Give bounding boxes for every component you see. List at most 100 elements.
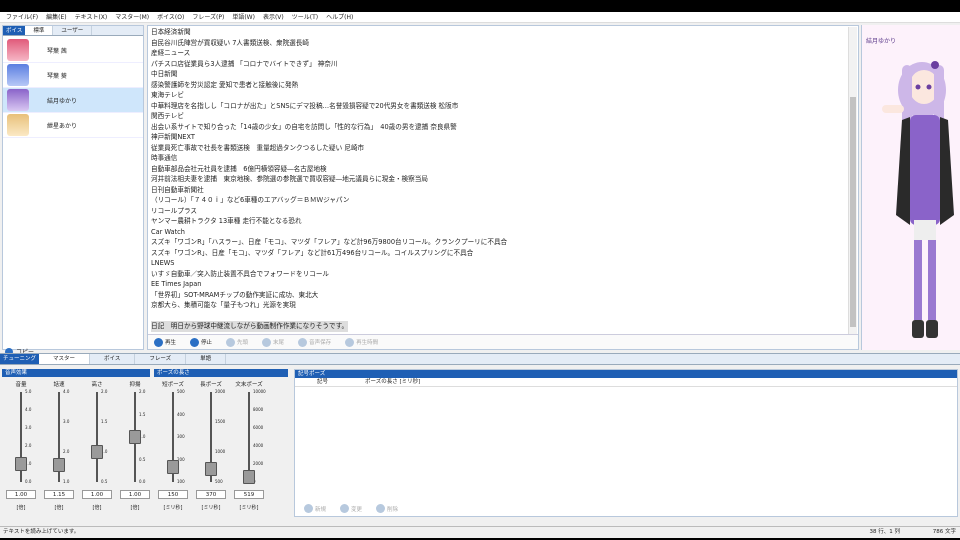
text-editor[interactable]: 日本経済新聞 自民谷川氏陣営が買収疑い 7人書類送検、衆院選長崎 産経ニュース パチス… bbox=[148, 26, 847, 334]
save-audio-button[interactable]: 音声保存 bbox=[298, 337, 331, 347]
tick-label: 5.0 bbox=[25, 389, 32, 394]
delete-button[interactable]: 削除 bbox=[376, 504, 398, 513]
first-button[interactable]: 先頭 bbox=[226, 337, 248, 347]
tick-label: 2000 bbox=[253, 461, 264, 466]
text-line: リコールプラス bbox=[151, 206, 198, 215]
tick-label: 2.0 bbox=[25, 443, 32, 448]
menu-edit[interactable]: 編集(E) bbox=[42, 12, 70, 23]
slider-5: 長ポーズ 2000 1500 1000 500 370 [ミリ秒] bbox=[192, 380, 230, 518]
tab-word[interactable]: 単語 bbox=[186, 354, 227, 364]
tick-label: 2.0 bbox=[139, 389, 146, 394]
stop-button[interactable]: 停止 bbox=[190, 337, 212, 347]
slider-ticks: 1000080006000400020000 bbox=[253, 390, 267, 484]
menu-word[interactable]: 単語(W) bbox=[228, 12, 259, 23]
character-item-akane[interactable]: 琴葉 茜 bbox=[3, 38, 143, 63]
slider-track[interactable] bbox=[248, 392, 250, 482]
slider-label: 短ポーズ bbox=[162, 382, 184, 388]
character-item-akari[interactable]: 紲星あかり bbox=[3, 113, 143, 138]
character-item-yukari[interactable]: 結月ゆかり bbox=[3, 88, 143, 113]
character-item-aoi[interactable]: 琴葉 葵 bbox=[3, 63, 143, 88]
tuning-panel: チューニング マスター ボイス フレーズ 単語 音声効果 ポーズの長さ 音量 5.… bbox=[0, 353, 960, 518]
text-line: EE Times Japan bbox=[151, 280, 202, 288]
tab-user[interactable]: ユーザー bbox=[53, 26, 93, 35]
edit-button[interactable]: 変更 bbox=[340, 504, 362, 513]
col-pause-length[interactable]: ポーズの長さ [ミリ秒] bbox=[355, 378, 420, 386]
tab-standard[interactable]: 標準 bbox=[25, 26, 54, 35]
slider-unit: [ミリ秒] bbox=[163, 505, 183, 511]
slider-knob[interactable] bbox=[91, 445, 103, 459]
col-symbol[interactable]: 記号 bbox=[295, 378, 355, 386]
tick-label: 4.0 bbox=[25, 407, 32, 412]
slider-4: 短ポーズ 500 400 300 200 100 150 [ミリ秒] bbox=[154, 380, 192, 518]
playback-toolbar: 再生 停止 先頭 末尾 音声保存 再生時間 bbox=[148, 334, 858, 349]
slider-knob[interactable] bbox=[53, 458, 65, 473]
text-line: 時事通信 bbox=[151, 154, 178, 162]
text-line: 出会い系サイトで知り合った「14歳の少女」の自宅を訪問し「性的な行為」 40歳の… bbox=[151, 122, 457, 131]
skip-back-icon bbox=[226, 337, 236, 347]
slider-value-input[interactable]: 1.00 bbox=[120, 490, 150, 499]
menu-phrase[interactable]: フレーズ(P) bbox=[188, 12, 228, 23]
menu-master[interactable]: マスター(M) bbox=[111, 12, 153, 23]
playback-time-button[interactable]: 再生時間 bbox=[345, 337, 378, 347]
tick-label: 1.5 bbox=[139, 411, 146, 417]
tab-master[interactable]: マスター bbox=[39, 354, 91, 364]
play-button[interactable]: 再生 bbox=[154, 337, 176, 347]
text-line: ヤンマー農耕トラクタ 13車種 走行不能となる恐れ bbox=[151, 217, 302, 225]
slider-value-input[interactable]: 519 bbox=[234, 490, 264, 499]
new-button[interactable]: 新規 bbox=[304, 504, 326, 513]
menu-help[interactable]: ヘルプ(H) bbox=[322, 12, 357, 23]
scrollbar-thumb[interactable] bbox=[850, 97, 856, 327]
text-line: 河井前法相夫妻を逮捕 東京地検、参院選の参院選で買収容疑―地元議員らに現金・検察… bbox=[151, 175, 428, 183]
tick-label: 300 bbox=[177, 434, 185, 439]
slider-knob[interactable] bbox=[243, 470, 255, 485]
slider-value-input[interactable]: 150 bbox=[158, 490, 188, 499]
tick-label: 0.5 bbox=[101, 479, 108, 484]
slider-label: 高さ bbox=[91, 382, 103, 388]
text-line: いすゞ自動車／突入防止装置不具合でフォワードをリコール bbox=[151, 269, 330, 278]
tick-label: 8000 bbox=[253, 407, 264, 412]
tab-voice[interactable]: ボイス bbox=[90, 354, 136, 364]
text-line: LNEWS bbox=[151, 259, 175, 267]
symbol-pause-header: 記号ポーズ bbox=[295, 370, 957, 378]
menu-voice[interactable]: ボイス(O) bbox=[153, 12, 188, 23]
slider-label: 長ポーズ bbox=[200, 382, 222, 388]
app-window: ファイル(F) 編集(E) テキスト(X) マスター(M) ボイス(O) フレー… bbox=[0, 12, 960, 538]
delete-label: 削除 bbox=[387, 506, 399, 513]
slider-knob[interactable] bbox=[205, 462, 217, 477]
last-label: 末尾 bbox=[273, 340, 285, 346]
edit-icon bbox=[340, 504, 350, 513]
effects-sliders: 音声効果 ポーズの長さ 音量 5.0 4.0 3.0 2.0 1.0 0.0 1.00 [倍] 話… bbox=[2, 369, 288, 517]
slider-value-input[interactable]: 1.00 bbox=[82, 490, 112, 499]
slider-unit: [ミリ秒] bbox=[201, 505, 221, 511]
tick-label: 2000 bbox=[215, 389, 226, 394]
tick-label: 6000 bbox=[253, 425, 264, 430]
slider-value-input[interactable]: 370 bbox=[196, 490, 226, 499]
vertical-scrollbar[interactable] bbox=[848, 27, 857, 334]
text-line: 中華料理店を名指しし「コロナが出た」とSNSにデマ投稿…名誉毀損容疑で20代男女… bbox=[151, 101, 459, 110]
menu-file[interactable]: ファイル(F) bbox=[2, 12, 42, 23]
character-name: 琴葉 茜 bbox=[47, 47, 67, 55]
text-line: 中日新聞 bbox=[151, 70, 178, 78]
tick-label: 500 bbox=[215, 479, 223, 484]
voice-panel: ボイス 標準 ユーザー 琴葉 茜 琴葉 葵 結月ゆかり 紲星あかり bbox=[2, 25, 144, 356]
text-line: 日本経済新聞 bbox=[151, 28, 191, 36]
last-button[interactable]: 末尾 bbox=[262, 337, 285, 347]
menu-view[interactable]: 表示(V) bbox=[259, 12, 288, 23]
symbol-pause-actions: 新規 変更 削除 bbox=[298, 504, 406, 513]
avatar bbox=[7, 64, 29, 86]
slider-knob[interactable] bbox=[129, 430, 141, 444]
text-line: 産経ニュース bbox=[151, 49, 191, 57]
menu-text[interactable]: テキスト(X) bbox=[71, 12, 112, 23]
slider-knob[interactable] bbox=[167, 460, 179, 474]
menu-tools[interactable]: ツール(T) bbox=[288, 12, 322, 23]
slider-track[interactable] bbox=[96, 392, 98, 482]
tick-label: 100 bbox=[177, 479, 185, 484]
slider-value-input[interactable]: 1.00 bbox=[6, 490, 36, 499]
tick-label: 3.0 bbox=[25, 425, 32, 430]
tick-label: 400 bbox=[177, 411, 185, 417]
slider-value-input[interactable]: 1.15 bbox=[44, 490, 74, 499]
tick-label: 0.0 bbox=[25, 479, 32, 484]
tab-phrase[interactable]: フレーズ bbox=[135, 354, 187, 364]
slider-knob[interactable] bbox=[15, 457, 27, 471]
text-line: 神戸新聞NEXT bbox=[151, 133, 195, 141]
